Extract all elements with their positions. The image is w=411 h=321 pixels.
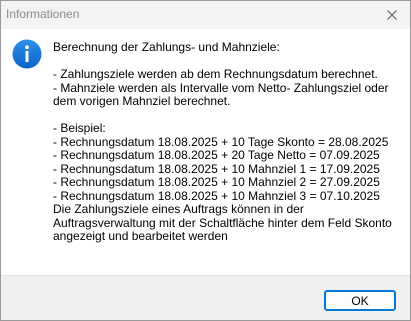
message-line: Auftragsverwaltung mit der Schaltfläche … [53,215,392,230]
window-title: Informationen [6,7,80,21]
dialog-content: Berechnung der Zahlungs- und Mahnziele: -… [1,29,410,275]
message-line: - Zahlungsziele werden ab dem Rechnungsd… [53,67,378,81]
message-line: Berechnung der Zahlungs- und Mahnziele: [53,40,280,54]
message-text: Berechnung der Zahlungs- und Mahnziele: -… [53,40,403,244]
close-button[interactable] [378,2,406,28]
message-line: angezeigt und bearbeitet werden [53,229,228,243]
message-line: - Rechnungsdatum 18.08.2025 + 20 Tage Ne… [53,148,380,162]
info-icon [12,39,42,69]
message-dialog: Informationen Berechnung der Zahlungs- u… [0,0,411,321]
message-line: dem vorigen Mahnziel berechnet. [53,94,231,108]
message-line: - Rechnungsdatum 18.08.2025 + 10 Mahnzie… [53,161,380,176]
message-line: - Mahnziele werden als Intervalle vom Ne… [53,80,389,95]
message-line: - Beispiel: [53,121,106,135]
message-line: Die Zahlungsziele eines Auftrags können … [53,202,304,216]
dialog-footer: OK [1,275,410,320]
message-line: - Rechnungsdatum 18.08.2025 + 10 Tage Sk… [53,134,389,149]
message-line: - Rechnungsdatum 18.08.2025 + 10 Mahnzie… [53,188,380,203]
ok-button[interactable]: OK [324,290,396,311]
message-line: - Rechnungsdatum 18.08.2025 + 10 Mahnzie… [53,175,380,189]
close-icon [387,10,397,20]
title-bar[interactable]: Informationen [1,1,410,29]
